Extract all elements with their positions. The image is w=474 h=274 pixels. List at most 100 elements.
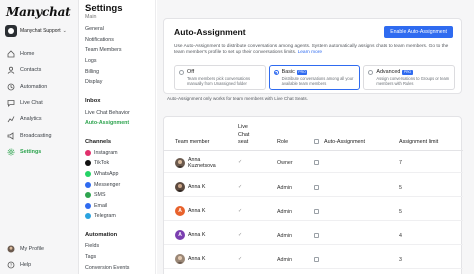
avatar: A (175, 230, 185, 240)
select-all-checkbox[interactable] (314, 139, 319, 144)
table-row[interactable]: A Anna K ✓ Admin 5 (164, 201, 463, 221)
radio-off[interactable] (179, 70, 184, 75)
avatar: A (175, 206, 185, 216)
member-role: Admin (277, 233, 293, 239)
settings-item-logs[interactable]: Logs (85, 58, 97, 64)
member-role: Owner (277, 160, 293, 166)
option-title: Basic PRO (282, 69, 356, 75)
option-desc: Team members pick conversations manually… (187, 76, 251, 86)
assignment-limit[interactable]: 5 (399, 185, 402, 191)
column-header-role[interactable]: Role (277, 139, 288, 145)
app-sidebar: Manychat Manychat Support ⌄ Home Contact… (0, 0, 79, 274)
nav-item-my-profile[interactable]: My Profile (0, 241, 79, 257)
channel-whatsapp[interactable]: WhatsApp (85, 171, 118, 177)
messenger-icon (85, 182, 91, 188)
home-icon (7, 50, 15, 58)
channel-email[interactable]: Email (85, 203, 107, 209)
option-label: Basic (281, 69, 295, 75)
settings-item-fields[interactable]: Fields (85, 243, 99, 249)
column-header-seat[interactable]: Live Chat seat (238, 124, 258, 147)
table-row[interactable]: Anna Kuznetsova ✓ Owner 7 (164, 153, 463, 173)
settings-item-auto-assignment[interactable]: Auto-Assignment (85, 120, 129, 126)
settings-item-tags[interactable]: Tags (85, 254, 96, 260)
nav-label: Automation (20, 83, 48, 90)
settings-icon (7, 148, 15, 156)
manychat-logo[interactable]: Manychat (6, 5, 71, 19)
auto-assignment-checkbox[interactable] (314, 209, 319, 214)
channel-label: Email (94, 203, 108, 209)
settings-title: Settings (85, 3, 123, 14)
table-row[interactable]: Anna K ✓ Admin 3 (164, 249, 463, 269)
option-advanced[interactable]: Advanced PRO Assign conversations to Grou… (363, 65, 456, 90)
settings-item-team-members[interactable]: Team Members (85, 47, 122, 53)
member-name: Anna K (188, 208, 206, 214)
assignment-limit[interactable]: 4 (399, 233, 402, 239)
pro-badge: PRO (296, 69, 308, 75)
live-chat-seat-check: ✓ (238, 232, 243, 238)
live-chat-seat-check: ✓ (238, 159, 243, 165)
nav-item-analytics[interactable]: Analytics (0, 111, 79, 127)
auto-assignment-checkbox[interactable] (314, 185, 319, 190)
channel-label: TikTok (94, 160, 110, 166)
settings-heading-main: Main (85, 14, 97, 20)
channel-tiktok[interactable]: TikTok (85, 160, 109, 166)
auto-assignment-checkbox[interactable] (314, 257, 319, 262)
nav-label: My Profile (20, 246, 44, 253)
nav-label: Settings (20, 148, 42, 155)
radio-advanced[interactable] (368, 70, 374, 75)
option-basic[interactable]: Basic PRO Distribute conversations among … (268, 65, 361, 90)
option-desc: Assign conversations to Groups or team m… (376, 76, 450, 86)
tiktok-icon (85, 160, 91, 166)
settings-item-conversion-events[interactable]: Conversion Events (85, 265, 129, 271)
account-switcher[interactable]: Manychat Support ⌄ (5, 25, 75, 37)
channel-sms[interactable]: SMS (85, 192, 105, 198)
avatar (175, 254, 185, 264)
channel-telegram[interactable]: Telegram (85, 213, 116, 219)
option-off[interactable]: Off Team members pick conversations manu… (174, 65, 266, 90)
header-divider (164, 150, 463, 151)
nav-item-broadcasting[interactable]: Broadcasting (0, 127, 79, 143)
nav-item-home[interactable]: Home (0, 46, 79, 62)
auto-assignment-checkbox[interactable] (314, 160, 319, 165)
column-header-auto-assignment[interactable]: Auto-Assignment (324, 139, 365, 145)
member-role: Admin (277, 209, 293, 215)
auto-assignment-checkbox[interactable] (314, 233, 319, 238)
settings-item-billing[interactable]: Billing (85, 69, 99, 75)
nav-item-settings[interactable]: Settings (0, 144, 79, 160)
telegram-icon (85, 213, 91, 219)
auto-assignment-card: Auto-Assignment Enable Auto-Assignment U… (163, 18, 462, 94)
nav-item-live-chat[interactable]: Live Chat (0, 95, 79, 111)
member-name: Anna Kuznetsova (188, 157, 216, 169)
settings-item-display[interactable]: Display (85, 79, 102, 85)
table-row[interactable]: Anna K ✓ Admin 5 (164, 177, 463, 197)
assignment-limit[interactable]: 3 (399, 257, 402, 263)
settings-heading-inbox: Inbox (85, 98, 101, 104)
channel-messenger[interactable]: Messenger (85, 182, 120, 188)
live-chat-seat-check: ✓ (238, 184, 243, 190)
account-name: Manychat Support (20, 28, 61, 34)
nav-label: Broadcasting (20, 132, 52, 139)
enable-auto-assignment-button[interactable]: Enable Auto-Assignment (384, 26, 453, 38)
settings-item-live-chat-behavior[interactable]: Live Chat Behavior (85, 110, 130, 116)
radio-basic[interactable] (273, 70, 279, 75)
nav-item-contacts[interactable]: Contacts (0, 62, 79, 78)
chevron-down-icon: ⌄ (62, 28, 67, 34)
account-avatar (5, 25, 17, 37)
settings-item-notifications[interactable]: Notifications (85, 37, 114, 43)
settings-item-general[interactable]: General (85, 26, 104, 32)
main-content: Auto-Assignment Enable Auto-Assignment U… (157, 0, 474, 274)
table-row[interactable]: A Anna K ✓ Admin 4 (164, 225, 463, 245)
settings-heading-channels: Channels (85, 139, 112, 145)
assignment-limit[interactable]: 5 (399, 209, 402, 215)
column-header-member[interactable]: Team member (175, 139, 209, 145)
learn-more-link[interactable]: Learn more (298, 50, 323, 55)
channel-instagram[interactable]: Instagram (85, 150, 118, 156)
nav-item-help[interactable]: ? Help (0, 257, 79, 273)
channel-label: Instagram (94, 150, 118, 156)
broadcasting-icon (7, 131, 15, 140)
nav-item-automation[interactable]: Automation (0, 79, 79, 95)
nav-label: Analytics (20, 116, 42, 123)
option-label: Advanced (376, 69, 401, 75)
column-header-limit[interactable]: Assignment limit (399, 139, 438, 145)
assignment-limit[interactable]: 7 (399, 160, 402, 166)
